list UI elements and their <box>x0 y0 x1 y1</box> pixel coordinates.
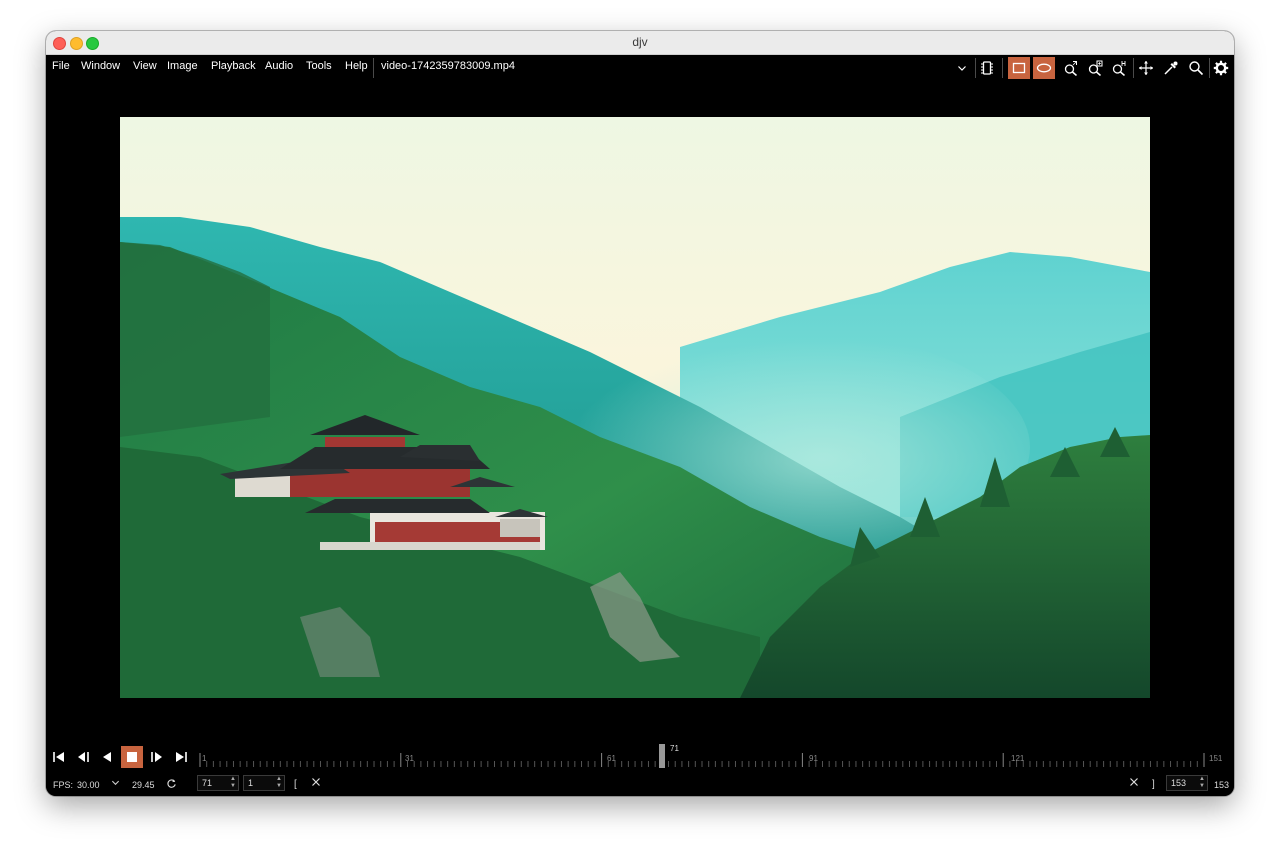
menu-playback[interactable]: Playback <box>211 60 256 72</box>
frame-step-value: 1 <box>248 778 254 788</box>
go-to-start-button[interactable] <box>48 746 70 768</box>
settings-gear-icon[interactable] <box>1210 57 1232 79</box>
magnify-icon[interactable] <box>1185 57 1207 79</box>
menu-separator <box>373 58 374 78</box>
timeline-ruler[interactable]: 1 31 61 91 121 151 71 <box>198 741 1222 771</box>
dropdown-chevron-icon[interactable] <box>951 57 973 79</box>
menu-help[interactable]: Help <box>345 60 368 72</box>
eyedropper-icon[interactable] <box>1160 57 1182 79</box>
compare-ellipse-icon[interactable] <box>1033 57 1055 79</box>
end-frame-input[interactable]: 153 ▲ ▼ <box>1166 775 1208 791</box>
clear-in-point-icon[interactable] <box>311 777 321 789</box>
tick-label: 31 <box>405 754 414 763</box>
spin-arrows-icon[interactable]: ▲ ▼ <box>230 776 236 790</box>
set-out-point-button[interactable]: ] <box>1152 779 1155 790</box>
video-viewport[interactable] <box>120 117 1150 698</box>
toolbar-separator <box>1133 58 1134 78</box>
playhead-frame-label: 71 <box>670 744 679 753</box>
step-forward-button[interactable] <box>146 746 168 768</box>
stop-button[interactable] <box>121 746 143 768</box>
loop-icon[interactable] <box>166 778 177 791</box>
tick-label: 91 <box>809 754 818 763</box>
app-window: djv File Window View Image Playback Audi… <box>46 31 1234 796</box>
compare-rect-icon[interactable] <box>1008 57 1030 79</box>
clear-out-point-icon[interactable] <box>1129 777 1139 789</box>
duration-label: 153 <box>1214 780 1230 790</box>
go-to-end-button[interactable] <box>170 746 192 768</box>
play-reverse-button[interactable] <box>96 746 118 768</box>
file-name-tab[interactable]: video-1742359783009.mp4 <box>381 60 515 72</box>
menu-audio[interactable]: Audio <box>265 60 293 72</box>
menu-image[interactable]: Image <box>167 60 198 72</box>
zoom-in-icon[interactable] <box>1084 57 1106 79</box>
menu-bar: File Window View Image Playback Audio To… <box>46 55 1234 79</box>
step-backward-button[interactable] <box>72 746 94 768</box>
zoom-reset-icon[interactable] <box>1108 57 1130 79</box>
toolbar-separator <box>1002 58 1003 78</box>
set-in-point-button[interactable]: [ <box>294 779 297 790</box>
current-frame-value: 71 <box>202 778 213 788</box>
menu-file[interactable]: File <box>52 60 70 72</box>
menu-tools[interactable]: Tools <box>306 60 332 72</box>
tick-label: 121 <box>1011 754 1025 763</box>
current-frame-input[interactable]: 71 ▲ ▼ <box>197 775 239 791</box>
spin-arrows-icon[interactable]: ▲ ▼ <box>1199 776 1205 790</box>
fps-dropdown-chevron-icon[interactable] <box>111 778 120 789</box>
menu-view[interactable]: View <box>133 60 157 72</box>
end-frame-value: 153 <box>1171 778 1187 788</box>
playhead[interactable] <box>659 744 665 768</box>
move-icon[interactable] <box>1135 57 1157 79</box>
video-frame <box>120 117 1150 698</box>
fps-value[interactable]: 30.00 <box>77 780 100 790</box>
memory-chip-icon[interactable] <box>976 57 998 79</box>
tick-label: 1 <box>202 754 207 763</box>
zoom-fit-icon[interactable] <box>1060 57 1082 79</box>
fps-label: FPS: <box>53 780 74 790</box>
fps-actual: 29.45 <box>132 780 155 790</box>
menu-window[interactable]: Window <box>81 60 120 72</box>
window-title: djv <box>632 35 648 49</box>
title-bar: djv <box>46 31 1234 55</box>
timeline-panel: 1 31 61 91 121 151 71 FPS: 30.00 29.45 7… <box>46 741 1234 796</box>
spin-arrows-icon[interactable]: ▲ ▼ <box>276 776 282 790</box>
frame-step-input[interactable]: 1 ▲ ▼ <box>243 775 285 791</box>
timeline-ticks <box>199 753 1205 767</box>
tick-label: 151 <box>1209 754 1223 763</box>
tick-label: 61 <box>607 754 616 763</box>
